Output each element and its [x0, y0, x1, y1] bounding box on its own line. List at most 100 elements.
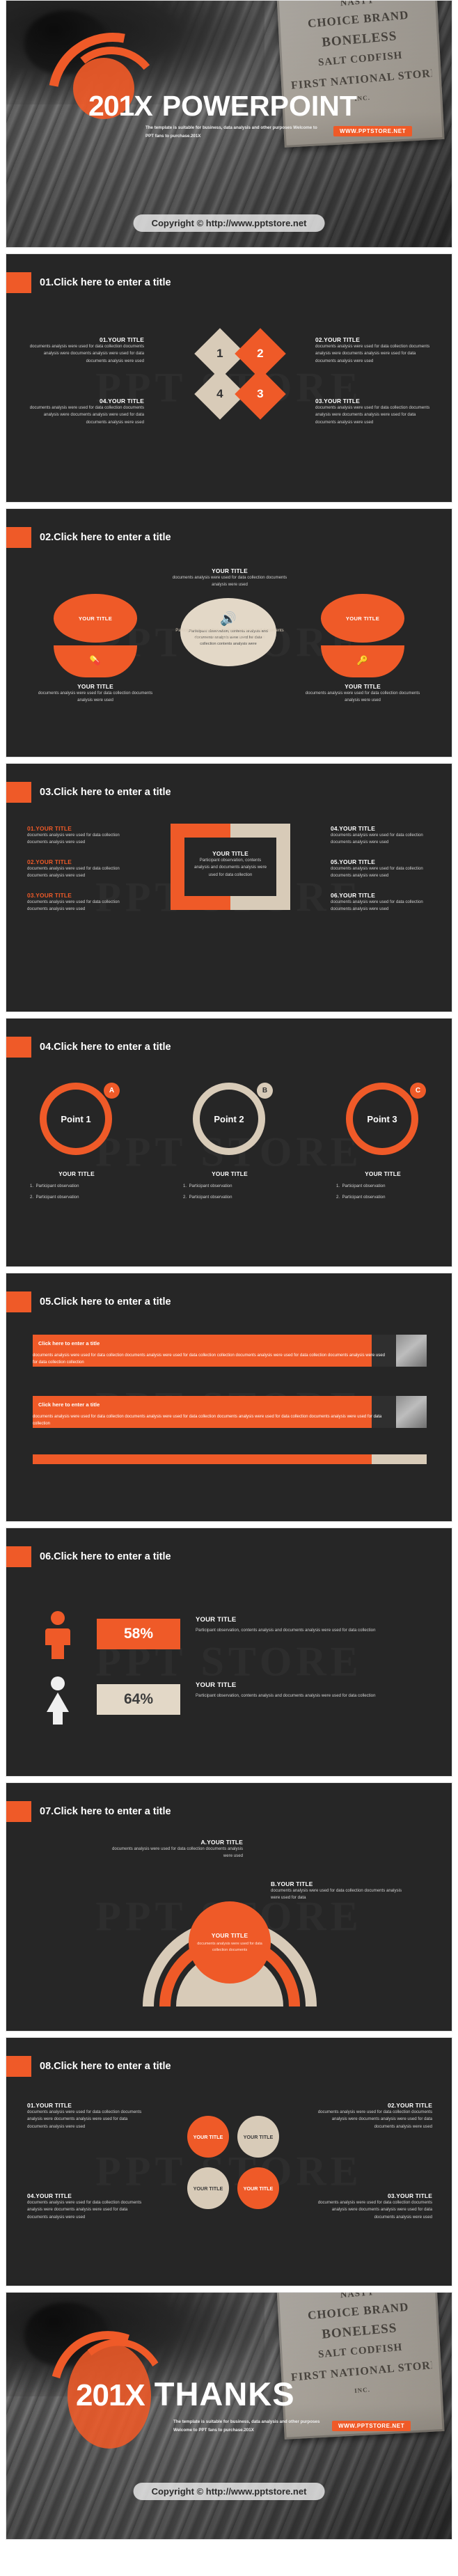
s3-item-body: documents analysis were used for data co… — [27, 900, 120, 912]
slide-02-header: 02.Click here to enter a title — [6, 527, 171, 548]
slide-05[interactable]: 05.Click here to enter a title PPT STORE… — [6, 1273, 452, 1522]
accent-square — [6, 782, 31, 803]
site-badge[interactable]: WWW.PPTSTORE.NET — [332, 2421, 411, 2431]
s4-badge-b: B — [257, 1083, 273, 1099]
s7-caption-b: B.YOUR TITLE documents analysis were use… — [271, 1880, 410, 1902]
s8-circle-label: YOUR TITLE — [243, 2133, 274, 2140]
s1-item-03: 03.YOUR TITLE documents analysis were us… — [315, 398, 432, 426]
s6-caption-1-title: YOUR TITLE — [196, 1616, 237, 1624]
s1-item-title: 04.YOUR TITLE — [99, 398, 144, 405]
slide-06-heading: 06.Click here to enter a title — [40, 1551, 171, 1562]
slide-08[interactable]: 08.Click here to enter a title PPT STORE… — [6, 2037, 452, 2286]
s7-caption-a: A.YOUR TITLE documents analysis were use… — [111, 1839, 243, 1860]
s4-point-3[interactable]: Point 3 — [346, 1083, 418, 1155]
site-badge[interactable]: WWW.PPTSTORE.NET — [333, 126, 413, 136]
s7-center-circle[interactable]: YOUR TITLE documents analysis were used … — [189, 1901, 271, 1984]
s5-thumb-1 — [396, 1335, 427, 1367]
accent-square — [6, 1801, 31, 1822]
s1-item-body: documents analysis were used for data co… — [315, 344, 430, 363]
speaker-icon: 🔊 — [220, 611, 237, 627]
s4-bullet-text: Participant observation — [189, 1195, 232, 1200]
s4-badge-letter: C — [415, 1087, 421, 1094]
s1-diamond-number: 4 — [216, 387, 223, 400]
s6-caption-2-body: Participant observation, contents analys… — [196, 1693, 376, 1698]
s2-node-label: YOUR TITLE — [78, 615, 113, 622]
s7-center-sub: documents analysis were used for data co… — [197, 1941, 262, 1952]
s5-row-1-body: documents analysis were used for data co… — [33, 1353, 385, 1365]
s8-circle-3[interactable]: YOUR TITLE — [187, 2167, 229, 2209]
s8-circle-1[interactable]: YOUR TITLE — [187, 2116, 229, 2158]
s1-diamond-3[interactable]: 3 — [235, 368, 286, 420]
s4-bullet-text: Participant observation — [342, 1195, 386, 1200]
thanks-title: 201X THANKS — [76, 2375, 295, 2413]
slide-07[interactable]: 07.Click here to enter a title PPT STORE… — [6, 1782, 452, 2032]
slide-04[interactable]: 04.Click here to enter a title PPT STORE… — [6, 1018, 452, 1267]
s2-node-br[interactable]: 🔑 — [321, 645, 404, 677]
slide-08-header: 08.Click here to enter a title — [6, 2056, 171, 2077]
s2-node-right[interactable]: YOUR TITLE — [321, 594, 404, 643]
s4-caption-1: YOUR TITLE 1. Participant observation 2.… — [30, 1170, 123, 1202]
slide-02-heading: 02.Click here to enter a title — [40, 532, 171, 543]
slide-03[interactable]: 03.Click here to enter a title PPT STORE… — [6, 763, 452, 1012]
thanks-subtitle: The template is suitable for business, d… — [173, 2419, 320, 2433]
s8-circle-label: YOUR TITLE — [193, 2133, 223, 2140]
slide-06[interactable]: 06.Click here to enter a title PPT STORE… — [6, 1527, 452, 1777]
s8-circle-2[interactable]: YOUR TITLE — [237, 2116, 279, 2158]
slide-01[interactable]: 01.Click here to enter a title PPT STORE… — [6, 253, 452, 503]
slide-thanks[interactable]: NASTY CHOICE BRAND BONELESS SALT CODFISH… — [6, 2292, 452, 2540]
s1-item-04: 04.YOUR TITLE documents analysis were us… — [27, 398, 144, 426]
s8-circle-4[interactable]: YOUR TITLE — [237, 2167, 279, 2209]
s5-row-2-body: documents analysis were used for data co… — [33, 1415, 382, 1426]
s1-item-02: 02.YOUR TITLE documents analysis were us… — [315, 336, 432, 365]
s8-item-02: 02.YOUR TITLE documents analysis were us… — [314, 2102, 432, 2130]
s5-row-1-heading: Click here to enter a title — [38, 1340, 100, 1346]
accent-square — [6, 1291, 31, 1312]
s3-left-2: 02.YOUR TITLE documents analysis were us… — [27, 858, 123, 880]
s6-caption-1: YOUR TITLE Participant observation, cont… — [196, 1616, 418, 1634]
slide-cover[interactable]: NASTY CHOICE BRAND BONELESS SALT CODFISH… — [6, 0, 452, 248]
slide-05-header: 05.Click here to enter a title — [6, 1291, 171, 1312]
s4-point-label: Point 2 — [214, 1113, 244, 1124]
s2-caption-body: documents analysis were used for data co… — [38, 691, 153, 703]
s4-point-2[interactable]: Point 2 — [193, 1083, 265, 1155]
s3-item-title: 01.YOUR TITLE — [27, 825, 72, 832]
s4-caption-2: YOUR TITLE 1. Participant observation 2.… — [183, 1170, 276, 1202]
s3-item-title: 02.YOUR TITLE — [27, 858, 72, 865]
s3-right-4: 04.YOUR TITLE documents analysis were us… — [331, 825, 427, 847]
s4-point-1[interactable]: Point 1 — [40, 1083, 112, 1155]
s4-caption-3: YOUR TITLE 1. Participant observation 2.… — [336, 1170, 429, 1202]
key-icon: 🔑 — [356, 655, 369, 666]
s8-item-body: documents analysis were used for data co… — [317, 2110, 432, 2129]
s2-node-left[interactable]: YOUR TITLE — [54, 594, 137, 643]
s3-item-title: 04.YOUR TITLE — [331, 825, 376, 832]
s1-item-title: 03.YOUR TITLE — [315, 398, 361, 405]
s1-item-title: 02.YOUR TITLE — [315, 336, 361, 343]
s8-item-body: documents analysis were used for data co… — [27, 2110, 142, 2129]
cover-subtitle: The template is suitable for business, d… — [145, 125, 317, 139]
slide-04-heading: 04.Click here to enter a title — [40, 1042, 171, 1053]
s4-badge-letter: A — [109, 1087, 115, 1094]
s2-center-title: YOUR TITLE — [212, 567, 248, 574]
s3-item-body: documents analysis were used for data co… — [27, 833, 120, 845]
s3-item-title: 03.YOUR TITLE — [27, 892, 72, 899]
s3-frame-caption: YOUR TITLE Participant observation, cont… — [187, 850, 274, 879]
s5-bar-3[interactable] — [33, 1454, 427, 1464]
s4-badge-letter: B — [262, 1087, 268, 1094]
s4-point-label: Point 3 — [367, 1113, 397, 1124]
slide-03-heading: 03.Click here to enter a title — [40, 787, 171, 798]
s3-left-1: 01.YOUR TITLE documents analysis were us… — [27, 825, 123, 847]
s2-node-bl[interactable]: 💊 — [54, 645, 137, 677]
s4-bullet-1: 1. Participant observation — [30, 1184, 79, 1188]
watermark: PPT STORE — [95, 2148, 363, 2196]
s3-frame[interactable]: YOUR TITLE Participant observation, cont… — [171, 824, 290, 910]
s2-caption-br: YOUR TITLE documents analysis were used … — [303, 683, 422, 705]
s4-caption-title: YOUR TITLE — [365, 1170, 401, 1177]
s5-bar-fill — [33, 1454, 372, 1464]
s6-value-2: 64% — [97, 1684, 180, 1715]
s6-value-1: 58% — [97, 1619, 180, 1649]
s6-caption-2: YOUR TITLE Participant observation, cont… — [196, 1681, 418, 1699]
slide-deck: NASTY CHOICE BRAND BONELESS SALT CODFISH… — [0, 0, 458, 2540]
female-icon — [47, 1676, 69, 1725]
slide-02[interactable]: 02.Click here to enter a title PPT STORE… — [6, 508, 452, 757]
s1-diamond-number: 3 — [257, 387, 264, 400]
